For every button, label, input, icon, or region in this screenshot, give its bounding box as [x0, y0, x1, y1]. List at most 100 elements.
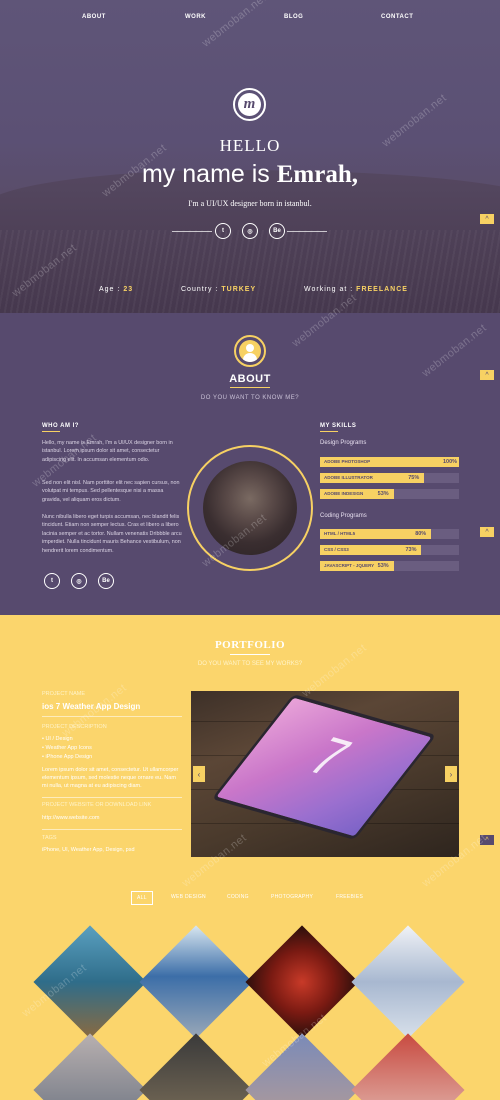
skill-percent: 100% [443, 458, 458, 465]
project-name-label: PROJECT NAME [42, 691, 85, 697]
stat-country: Country : TURKEY [181, 286, 256, 293]
twitter-icon[interactable]: t [215, 223, 231, 239]
skill-bar: ADOBE PHOTOSHOP 100% [320, 457, 459, 467]
who-am-i-heading: WHO AM I? [42, 423, 79, 429]
gallery-tile[interactable] [351, 925, 465, 1039]
project-tags-label: TAGS [42, 835, 57, 841]
user-icon [234, 335, 266, 367]
gallery-tile[interactable] [33, 925, 147, 1039]
nav-contact[interactable]: CONTACT [381, 14, 413, 20]
coding-programs-label: Coding Programs [320, 513, 367, 519]
project-website-link[interactable]: http://www.website.com [42, 815, 99, 821]
stat-working-value: FREELANCE [356, 286, 408, 293]
skill-bar: CSS / CSS3 73% [320, 545, 459, 555]
skill-bar: JAVASCRIPT - JQUERY 53% [320, 561, 459, 571]
skill-percent: 53% [377, 562, 389, 569]
project-website-label: PROJECT WEBSITE OR DOWNLOAD LINK [42, 802, 152, 808]
divider-right [287, 231, 327, 232]
skill-name: HTML / HTML5 [324, 531, 356, 536]
stat-age: Age : 23 [99, 286, 133, 293]
project-bullet: • UI / Design [42, 736, 73, 742]
gallery-tile[interactable] [245, 925, 359, 1039]
who-underline [42, 431, 60, 432]
name-value: Emrah, [276, 161, 358, 188]
slider-prev-arrow[interactable]: ‹ [193, 766, 205, 782]
project-rule [42, 716, 182, 717]
about-title: ABOUT [229, 373, 271, 385]
hero-background-grass [0, 230, 500, 313]
about-title-underline [230, 387, 270, 388]
about-paragraph-2: Sed non elit nisl. Nam porttitor elit ne… [42, 480, 180, 503]
project-slider[interactable]: 7 [191, 691, 459, 857]
portfolio-title-underline [230, 654, 270, 655]
skills-underline [320, 431, 338, 432]
skill-name: ADOBE ILLUSTRATOR [324, 475, 373, 480]
name-heading: my name is Emrah, [0, 160, 500, 189]
nav-about[interactable]: ABOUT [82, 14, 106, 20]
about-subtitle: DO YOU WANT TO KNOW ME? [200, 395, 300, 401]
stat-age-value: 23 [123, 286, 134, 293]
portfolio-title: PORTFOLIO [214, 639, 286, 651]
skill-bar: HTML / HTML5 80% [320, 529, 459, 539]
twitter-icon[interactable]: t [44, 573, 60, 589]
filter-photography[interactable]: PHOTOGRAPHY [266, 891, 318, 903]
gallery-tile[interactable] [245, 1033, 359, 1100]
logo[interactable]: m [233, 88, 266, 121]
project-bullet: • Weather App Icons [42, 745, 92, 751]
filter-coding[interactable]: CODING [222, 891, 254, 903]
stat-age-label: Age : [99, 286, 121, 293]
skill-name: JAVASCRIPT - JQUERY [324, 563, 375, 568]
project-name: ios 7 Weather App Design [42, 702, 141, 711]
scroll-up-tab[interactable]: ^ [480, 370, 494, 380]
stat-working: Working at : FREELANCE [304, 286, 408, 293]
filter-web-design[interactable]: WEB DESIGN [166, 891, 211, 903]
nav-work[interactable]: WORK [185, 14, 206, 20]
gallery-tile[interactable] [351, 1033, 465, 1100]
project-bullet: • iPhone App Design [42, 754, 93, 760]
stat-country-label: Country : [181, 286, 219, 293]
hello-heading: HELLO [219, 136, 281, 155]
skill-percent: 53% [377, 490, 389, 497]
design-programs-label: Design Programs [320, 440, 367, 446]
divider-left [172, 231, 212, 232]
gallery-tile[interactable] [139, 1033, 253, 1100]
about-paragraph-1: Hello, my name is Emrah, I'm a UI/UX des… [42, 440, 173, 463]
scroll-up-tab[interactable]: ^ [480, 214, 494, 224]
stat-country-value: TURKEY [221, 286, 257, 293]
about-paragraph-3: Nunc nibulla libero eget turpis accumsan… [42, 514, 182, 554]
profile-photo-ring [187, 445, 313, 571]
skill-percent: 80% [415, 530, 427, 537]
scroll-up-tab[interactable]: ^ [480, 835, 494, 845]
skill-bar: ADOBE ILLUSTRATOR 75% [320, 473, 459, 483]
profile-photo [203, 461, 297, 555]
project-body: Lorem ipsum dolor sit amet, consectetur.… [42, 767, 179, 789]
project-rule [42, 797, 182, 798]
portfolio-section: PORTFOLIO DO YOU WANT TO SEE MY WORKS? P… [0, 615, 500, 1100]
behance-icon[interactable]: Be [98, 573, 114, 589]
gallery-tile[interactable] [139, 925, 253, 1039]
nav-blog[interactable]: BLOG [284, 14, 303, 20]
phone-mockup-image: 7 [211, 694, 437, 840]
skill-name: ADOBE PHOTOSHOP [324, 459, 371, 464]
project-rule [42, 829, 182, 830]
name-prefix: my name is [141, 160, 277, 188]
stat-working-label: Working at : [304, 286, 354, 293]
skill-percent: 75% [408, 474, 420, 481]
tagline: I'm a UI/UX designer born in istanbul. [188, 199, 312, 208]
skill-bar: ADOBE INDESIGN 53% [320, 489, 459, 499]
hero-section: ABOUT WORK BLOG CONTACT m HELLO my name … [0, 0, 500, 313]
filter-all[interactable]: ALL [131, 891, 153, 905]
scroll-up-tab[interactable]: ^ [480, 527, 494, 537]
skill-name: CSS / CSS3 [324, 547, 349, 552]
skill-name: ADOBE INDESIGN [324, 491, 364, 496]
logo-letter: m [238, 93, 261, 116]
project-tags: iPhone, UI, Weather App, Design, psd [42, 847, 135, 853]
about-section: ABOUT DO YOU WANT TO KNOW ME? WHO AM I? … [0, 313, 500, 615]
dribbble-icon[interactable]: ◎ [71, 573, 87, 589]
filter-freebies[interactable]: FREEBIES [331, 891, 368, 903]
skill-percent: 73% [405, 546, 417, 553]
dribbble-icon[interactable]: ◎ [242, 223, 258, 239]
gallery-tile[interactable] [33, 1033, 147, 1100]
slider-next-arrow[interactable]: › [445, 766, 457, 782]
behance-icon[interactable]: Be [269, 223, 285, 239]
